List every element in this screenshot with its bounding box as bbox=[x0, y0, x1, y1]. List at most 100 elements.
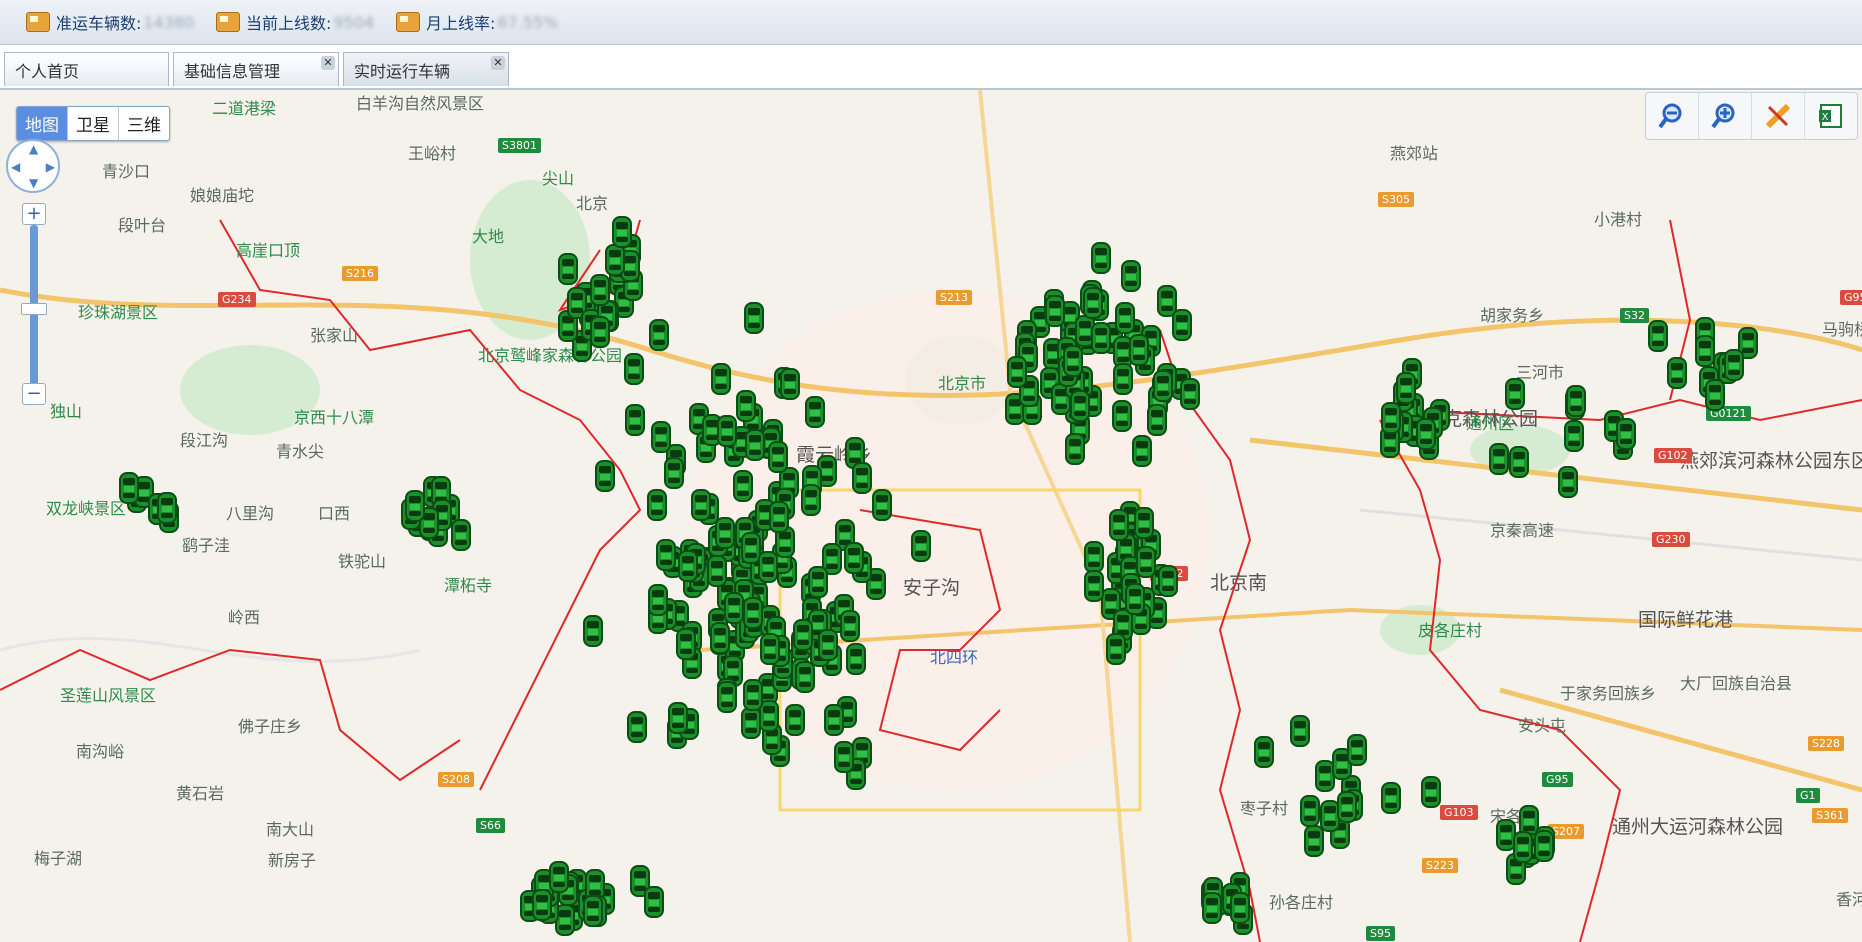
pan-right-icon[interactable]: ▶ bbox=[46, 160, 55, 174]
vehicle-marker[interactable] bbox=[1114, 301, 1136, 335]
zoom-in-button[interactable]: + bbox=[22, 203, 46, 225]
vehicle-marker[interactable] bbox=[156, 491, 178, 525]
vehicle-marker[interactable] bbox=[557, 252, 579, 286]
tab-home[interactable]: 个人首页 bbox=[4, 52, 169, 86]
vehicle-marker[interactable] bbox=[589, 315, 611, 349]
zoom-out-tool[interactable] bbox=[1646, 93, 1698, 139]
export-excel-tool[interactable]: X bbox=[1804, 93, 1857, 139]
vehicle-marker[interactable] bbox=[742, 678, 764, 712]
vehicle-marker[interactable] bbox=[1124, 582, 1146, 616]
vehicle-marker[interactable] bbox=[611, 215, 633, 249]
zoom-out-button[interactable]: − bbox=[22, 383, 46, 405]
vehicle-marker[interactable] bbox=[1069, 389, 1091, 423]
vehicle-marker[interactable] bbox=[1346, 733, 1368, 767]
vehicle-marker[interactable] bbox=[650, 420, 672, 454]
vehicle-marker[interactable] bbox=[784, 703, 806, 737]
zoom-in-tool[interactable] bbox=[1698, 93, 1751, 139]
close-icon[interactable]: ✕ bbox=[321, 56, 335, 70]
vehicle-marker[interactable] bbox=[1108, 508, 1130, 542]
vehicle-marker[interactable] bbox=[804, 395, 826, 429]
vehicle-marker[interactable] bbox=[1533, 829, 1555, 863]
vehicle-marker[interactable] bbox=[667, 701, 689, 735]
vehicle-marker[interactable] bbox=[1133, 506, 1155, 540]
tab-realtime-vehicles[interactable]: 实时运行车辆 ✕ bbox=[343, 52, 509, 86]
vehicle-marker[interactable] bbox=[690, 488, 712, 522]
vehicle-marker[interactable] bbox=[1105, 632, 1127, 666]
vehicle-marker[interactable] bbox=[1336, 790, 1358, 824]
vehicle-marker[interactable] bbox=[743, 301, 765, 335]
map-type-satellite-button[interactable]: 卫星 bbox=[68, 107, 119, 140]
vehicle-marker[interactable] bbox=[1135, 545, 1157, 579]
vehicle-marker[interactable] bbox=[779, 367, 801, 401]
vehicle-marker[interactable] bbox=[1006, 355, 1028, 389]
vehicle-marker[interactable] bbox=[807, 565, 829, 599]
vehicle-marker[interactable] bbox=[843, 541, 865, 575]
vehicle-marker[interactable] bbox=[833, 740, 855, 774]
vehicle-marker[interactable] bbox=[624, 403, 646, 437]
vehicle-marker[interactable] bbox=[675, 627, 697, 661]
vehicle-marker[interactable] bbox=[1171, 308, 1193, 342]
vehicle-marker[interactable] bbox=[1694, 334, 1716, 368]
vehicle-marker[interactable] bbox=[548, 860, 570, 894]
vehicle-marker[interactable] bbox=[1504, 377, 1526, 411]
vehicle-marker[interactable] bbox=[1111, 399, 1133, 433]
map-type-3d-button[interactable]: 三维 bbox=[119, 107, 169, 140]
vehicle-marker[interactable] bbox=[709, 621, 731, 655]
vehicle-marker[interactable] bbox=[817, 628, 839, 662]
vehicle-marker[interactable] bbox=[663, 456, 685, 490]
vehicle-marker[interactable] bbox=[1395, 371, 1417, 405]
vehicle-marker[interactable] bbox=[582, 614, 604, 648]
vehicle-marker[interactable] bbox=[1615, 417, 1637, 451]
vehicle-marker[interactable] bbox=[1064, 432, 1086, 466]
vehicle-marker[interactable] bbox=[646, 488, 668, 522]
vehicle-marker[interactable] bbox=[1120, 259, 1142, 293]
vehicle-marker[interactable] bbox=[655, 538, 677, 572]
vehicle-marker[interactable] bbox=[851, 461, 873, 495]
close-icon[interactable]: ✕ bbox=[491, 56, 505, 70]
vehicle-marker[interactable] bbox=[647, 583, 669, 617]
pan-down-icon[interactable]: ▼ bbox=[29, 176, 38, 190]
map-type-map-button[interactable]: 地图 bbox=[17, 107, 68, 140]
vehicle-marker[interactable] bbox=[582, 894, 604, 928]
pan-left-icon[interactable]: ◀ bbox=[11, 160, 20, 174]
vehicle-marker[interactable] bbox=[742, 596, 764, 630]
vehicle-marker[interactable] bbox=[1146, 403, 1168, 437]
vehicle-marker[interactable] bbox=[1090, 321, 1112, 355]
vehicle-marker[interactable] bbox=[716, 680, 738, 714]
vehicle-marker[interactable] bbox=[1062, 344, 1084, 378]
vehicle-marker[interactable] bbox=[1253, 735, 1275, 769]
vehicle-marker[interactable] bbox=[1112, 362, 1134, 396]
vehicle-marker[interactable] bbox=[626, 710, 648, 744]
vehicle-marker[interactable] bbox=[1128, 333, 1150, 367]
vehicle-marker[interactable] bbox=[643, 885, 665, 919]
vehicle-marker[interactable] bbox=[910, 529, 932, 563]
vehicle-marker[interactable] bbox=[839, 609, 861, 643]
clear-tool[interactable] bbox=[1751, 93, 1804, 139]
vehicle-marker[interactable] bbox=[735, 389, 757, 423]
pan-up-icon[interactable]: ▲ bbox=[29, 142, 38, 156]
vehicle-marker[interactable] bbox=[1488, 442, 1510, 476]
vehicle-marker[interactable] bbox=[716, 414, 738, 448]
vehicle-marker[interactable] bbox=[768, 500, 790, 534]
vehicle-marker[interactable] bbox=[1229, 891, 1251, 925]
vehicle-marker[interactable] bbox=[794, 660, 816, 694]
zoom-slider-handle[interactable] bbox=[21, 303, 47, 315]
vehicle-marker[interactable] bbox=[1565, 384, 1587, 418]
vehicle-marker[interactable] bbox=[1090, 241, 1112, 275]
vehicle-marker[interactable] bbox=[1179, 377, 1201, 411]
vehicle-marker[interactable] bbox=[1704, 378, 1726, 412]
tab-basic-info[interactable]: 基础信息管理 ✕ bbox=[173, 52, 339, 86]
vehicle-marker[interactable] bbox=[1512, 830, 1534, 864]
vehicle-marker[interactable] bbox=[1289, 714, 1311, 748]
vehicle-marker[interactable] bbox=[623, 352, 645, 386]
vehicle-marker[interactable] bbox=[1666, 356, 1688, 390]
vehicle-marker[interactable] bbox=[594, 459, 616, 493]
vehicle-marker[interactable] bbox=[714, 516, 736, 550]
vehicle-marker[interactable] bbox=[767, 440, 789, 474]
vehicle-marker[interactable] bbox=[792, 618, 814, 652]
map-canvas[interactable]: 二道港梁 白羊沟自然风景区 王峪村 尖山 北京 娘娘庙坨 青沙口 段叶台 高崖口顶 大地 珍珠湖景区… bbox=[0, 90, 1862, 942]
vehicle-marker[interactable] bbox=[1563, 419, 1585, 453]
vehicle-marker[interactable] bbox=[1082, 286, 1104, 320]
vehicle-marker[interactable] bbox=[757, 550, 779, 584]
vehicle-marker[interactable] bbox=[723, 591, 745, 625]
